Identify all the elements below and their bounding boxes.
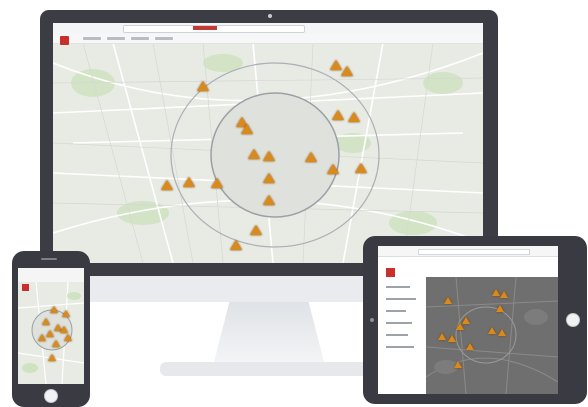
tablet-map[interactable] [426,277,558,394]
warning-triangle-icon[interactable] [492,289,500,296]
warning-triangle-icon[interactable] [42,318,50,325]
toolbar-item[interactable] [131,37,149,40]
warning-triangle-icon[interactable] [211,178,223,188]
warning-triangle-icon[interactable] [341,66,353,76]
warning-triangle-icon[interactable] [305,152,317,162]
warning-triangle-icon[interactable] [52,340,60,347]
warning-triangle-icon[interactable] [488,327,496,334]
warning-triangle-icon[interactable] [161,180,173,190]
app-logo-icon[interactable] [60,36,69,45]
toolbar-item[interactable] [107,37,125,40]
warning-triangle-icon[interactable] [48,354,56,361]
warning-triangle-icon[interactable] [500,291,508,298]
warning-triangle-icon[interactable] [444,297,452,304]
menu-label-line [386,286,410,288]
warning-triangle-icon[interactable] [355,163,367,173]
warning-triangle-icon[interactable] [454,361,462,368]
menu-label-line [386,322,412,324]
app-logo-icon[interactable] [386,268,395,277]
tablet-camera [370,318,374,322]
warning-triangle-icon[interactable] [62,310,70,317]
menu-item[interactable] [382,354,422,364]
menu-label-line [386,334,408,336]
warning-triangle-icon[interactable] [498,329,506,336]
warning-triangle-icon[interactable] [197,81,209,91]
warning-triangle-icon[interactable] [263,151,275,161]
warning-triangle-icon[interactable] [38,334,46,341]
warning-triangle-icon[interactable] [332,110,344,120]
warning-triangle-icon[interactable] [241,124,253,134]
monitor-camera [268,14,272,18]
app-logo-icon[interactable] [22,284,29,291]
warning-triangle-icon[interactable] [456,323,464,330]
warning-triangle-icon[interactable] [50,306,58,313]
warning-triangle-icon[interactable] [438,333,446,340]
phone-screen [18,268,84,384]
warning-triangle-icon[interactable] [448,335,456,342]
toolbar-item[interactable] [83,37,101,40]
warning-triangle-icon[interactable] [466,343,474,350]
phone-speaker [41,258,57,260]
tablet-toolbar [378,246,558,257]
warning-triangle-icon[interactable] [496,305,504,312]
tablet-screen [378,246,558,394]
toolbar-item[interactable] [155,37,173,40]
warning-triangle-icon[interactable] [250,225,262,235]
warning-triangle-icon[interactable] [263,173,275,183]
desktop-map[interactable] [53,23,483,263]
menu-label-line [386,310,406,312]
warning-triangle-icon[interactable] [46,330,54,337]
home-button[interactable] [566,313,580,327]
warning-triangle-icon[interactable] [183,177,195,187]
warning-triangle-icon[interactable] [64,334,72,341]
warning-triangle-icon[interactable] [60,326,68,333]
warning-triangle-icon[interactable] [230,240,242,250]
warning-triangle-icon[interactable] [327,164,339,174]
home-button[interactable] [44,389,58,403]
monitor-base [160,362,380,376]
warning-triangle-icon[interactable] [263,195,275,205]
desktop-screen [53,23,483,263]
warning-triangle-icon[interactable] [248,149,260,159]
address-bar[interactable] [418,249,530,255]
menu-label-line [386,298,416,300]
browser-tab-accent [193,26,217,30]
monitor-stand [214,302,324,362]
menu-label-line [386,346,414,348]
warning-triangle-icon[interactable] [348,112,360,122]
